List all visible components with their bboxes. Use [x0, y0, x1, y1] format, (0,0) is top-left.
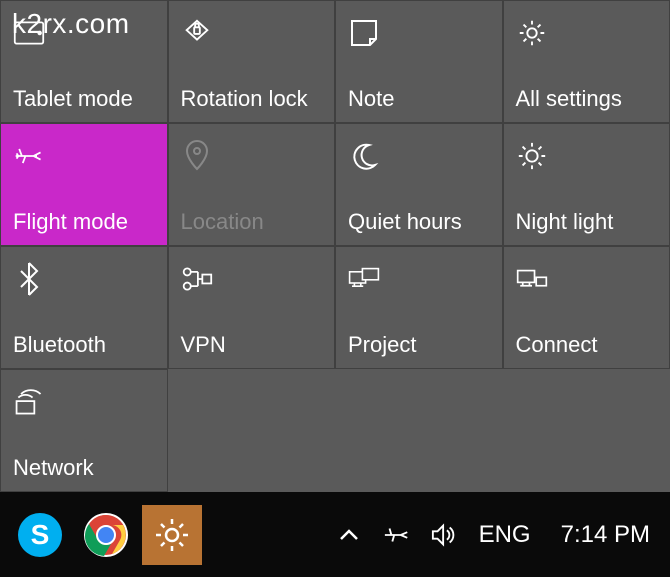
brightness-icon — [516, 140, 548, 172]
system-tray: ENG 7:14 PM — [335, 521, 660, 549]
tile-vpn[interactable]: VPN — [168, 246, 336, 369]
tray-overflow-icon[interactable] — [335, 521, 363, 549]
tile-label: Network — [13, 455, 155, 481]
site-watermark: k2rx.com — [12, 8, 130, 40]
tile-label: All settings — [516, 86, 658, 112]
tile-label: Rotation lock — [181, 86, 323, 112]
bluetooth-icon — [13, 263, 45, 295]
svg-text:S: S — [31, 519, 50, 550]
gear-icon — [516, 17, 548, 49]
app-skype[interactable]: S — [10, 505, 70, 565]
airplane-icon — [13, 140, 45, 172]
tile-bluetooth[interactable]: Bluetooth — [0, 246, 168, 369]
taskbar: S ENG 7:14 PM — [0, 492, 670, 577]
tile-label: Note — [348, 86, 490, 112]
tile-label: VPN — [181, 332, 323, 358]
rotation-lock-icon — [181, 17, 213, 49]
tile-network[interactable]: Network — [0, 369, 168, 492]
tile-label: Connect — [516, 332, 658, 358]
tile-label: Location — [181, 209, 323, 235]
connect-icon — [516, 263, 548, 295]
vpn-icon — [181, 263, 213, 295]
tray-language[interactable]: ENG — [479, 521, 531, 549]
tile-label: Project — [348, 332, 490, 358]
tile-flight-mode[interactable]: Flight mode — [0, 123, 168, 246]
location-icon — [181, 140, 213, 172]
tile-label: Night light — [516, 209, 658, 235]
network-icon — [13, 386, 45, 418]
moon-icon — [348, 140, 380, 172]
action-center-panel: Tablet mode Rotation lock Note All setti… — [0, 0, 670, 492]
tile-location[interactable]: Location — [168, 123, 336, 246]
tray-airplane-icon[interactable] — [383, 521, 411, 549]
tile-rotation-lock[interactable]: Rotation lock — [168, 0, 336, 123]
note-icon — [348, 17, 380, 49]
tile-project[interactable]: Project — [335, 246, 503, 369]
tile-note[interactable]: Note — [335, 0, 503, 123]
tile-label: Flight mode — [13, 209, 155, 235]
tray-volume-icon[interactable] — [431, 521, 459, 549]
tile-quiet-hours[interactable]: Quiet hours — [335, 123, 503, 246]
tile-connect[interactable]: Connect — [503, 246, 670, 369]
tile-label: Bluetooth — [13, 332, 155, 358]
tile-label: Tablet mode — [13, 86, 155, 112]
tile-label: Quiet hours — [348, 209, 490, 235]
app-chrome[interactable] — [76, 505, 136, 565]
project-icon — [348, 263, 380, 295]
tray-clock[interactable]: 7:14 PM — [551, 521, 660, 549]
taskbar-apps: S — [10, 505, 202, 565]
app-settings[interactable] — [142, 505, 202, 565]
tile-night-light[interactable]: Night light — [503, 123, 670, 246]
tile-all-settings[interactable]: All settings — [503, 0, 670, 123]
